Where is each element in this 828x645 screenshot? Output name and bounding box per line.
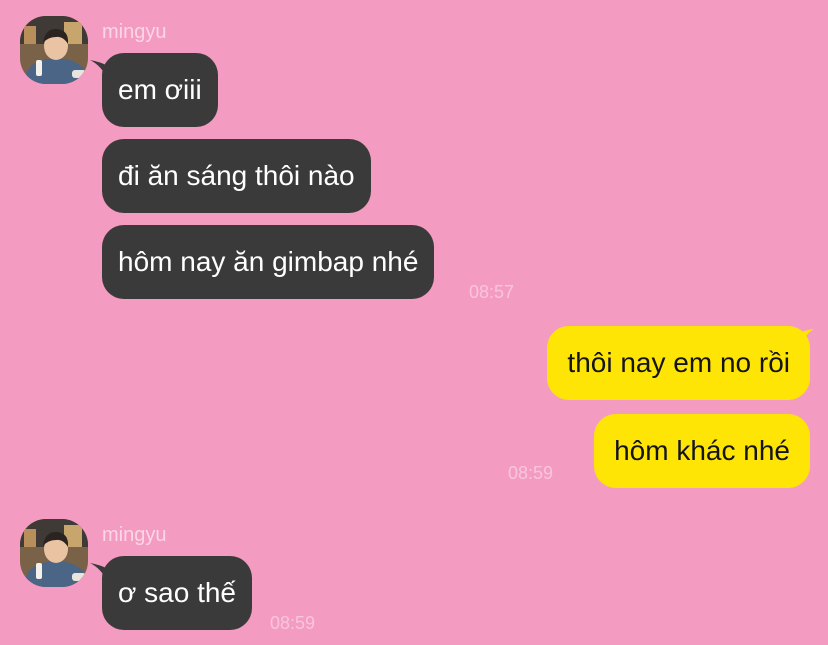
sender-name: mingyu: [102, 21, 167, 43]
outgoing-message-bubble[interactable]: thôi nay em no rồi: [547, 326, 810, 400]
bubble-tail-icon: [90, 60, 108, 80]
incoming-message-bubble[interactable]: em ơiii: [102, 53, 218, 127]
contact-avatar[interactable]: [20, 519, 88, 587]
incoming-message-bubble[interactable]: hôm nay ăn gimbap nhé: [102, 225, 435, 299]
message-text: thôi nay em no rồi: [567, 347, 790, 378]
message-text: hôm khác nhé: [614, 435, 790, 466]
message-timestamp: 08:59: [508, 463, 554, 483]
message-text: ơ sao thế: [118, 577, 236, 608]
outgoing-message-bubble[interactable]: hôm khác nhé: [594, 414, 810, 488]
sender-name: mingyu: [102, 524, 167, 546]
message-text: em ơiii: [118, 74, 202, 105]
contact-avatar[interactable]: [20, 16, 88, 84]
incoming-message-bubble[interactable]: ơ sao thế: [102, 556, 252, 630]
message-text: hôm nay ăn gimbap nhé: [118, 246, 419, 277]
incoming-message-bubble[interactable]: đi ăn sáng thôi nào: [102, 139, 371, 213]
message-timestamp: 08:59: [270, 613, 316, 633]
message-text: đi ăn sáng thôi nào: [118, 160, 355, 191]
bubble-tail-icon: [796, 329, 814, 349]
bubble-tail-icon: [90, 563, 108, 583]
message-timestamp: 08:57: [469, 282, 515, 302]
